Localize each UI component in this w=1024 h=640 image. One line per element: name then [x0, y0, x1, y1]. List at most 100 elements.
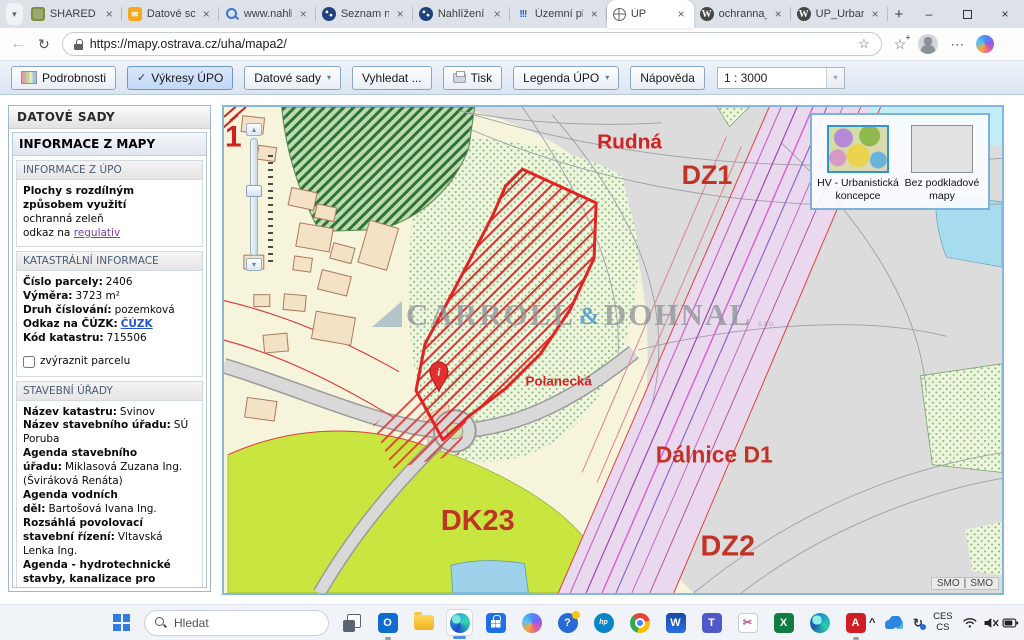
address-bar[interactable]: https://mapy.ostrava.cz/uha/mapa2/ ☆	[62, 32, 882, 56]
podrobnosti-button[interactable]: Podrobnosti	[11, 66, 116, 90]
word-button[interactable]: W	[662, 609, 689, 636]
vyhledat-button[interactable]: Vyhledat ...	[352, 66, 432, 90]
attribution-link[interactable]: SMO	[970, 578, 993, 589]
globe-outline-icon	[613, 8, 626, 21]
microsoft-store-button[interactable]	[482, 609, 509, 636]
table-row: Název katastru:Svinov	[23, 406, 196, 420]
browser-swirl-button[interactable]	[806, 609, 833, 636]
label-dalnice-d1: Dálnice D1	[656, 442, 773, 468]
hp-icon: hp	[594, 613, 614, 633]
datove-sady-button[interactable]: Datové sady ▾	[244, 66, 341, 90]
more-menu-icon[interactable]: ⋯	[950, 36, 964, 53]
label-dk23: DK23	[441, 505, 515, 537]
close-icon[interactable]: ×	[491, 7, 504, 21]
zoom-out-button[interactable]: ▾	[246, 258, 262, 271]
table-row: Agenda stavebního úřadu:Miklasová Zuzana…	[23, 447, 196, 489]
basemap-option-urbanisticka[interactable]: HV - Urbanistická koncepce	[817, 125, 899, 202]
close-icon[interactable]: ×	[200, 7, 213, 21]
close-icon[interactable]: ×	[772, 7, 785, 21]
attribution-link[interactable]: SMO	[937, 578, 960, 589]
url-text[interactable]: https://mapy.ostrava.cz/uha/mapa2/	[90, 37, 851, 51]
favorites-icon[interactable]: ☆	[894, 36, 907, 53]
tab-shared-list[interactable]: SHARED LIST ×	[25, 0, 122, 28]
basemap-thumbnail-urbanisticka[interactable]	[827, 125, 889, 173]
acrobat-button[interactable]: A	[842, 609, 869, 636]
language-indicator[interactable]: CES CS	[933, 612, 953, 634]
close-icon[interactable]: ×	[103, 7, 116, 21]
label-dz2: DZ2	[701, 531, 755, 563]
table-row: Druh číslování:pozemková	[23, 304, 196, 318]
basemap-thumbnail-none[interactable]	[911, 125, 973, 173]
scale-value: 1 : 3000	[718, 71, 826, 85]
upo-zone-name: ochranná zeleň	[23, 213, 196, 227]
close-icon[interactable]: ×	[869, 7, 882, 21]
copilot-icon	[522, 613, 542, 633]
tray-status-icons[interactable]	[963, 615, 1020, 631]
legenda-upo-button[interactable]: Legenda ÚPO ▾	[513, 66, 619, 90]
bookmark-star-icon[interactable]: ☆	[858, 36, 870, 52]
chrome-button[interactable]	[626, 609, 653, 636]
tab-search-button[interactable]: ▾	[6, 3, 23, 25]
tab-up-active[interactable]: ÚP ×	[607, 0, 694, 28]
tab-up-urbanismus[interactable]: W UP_Urbanism ×	[791, 0, 888, 28]
tab-ochranna-zelen[interactable]: W ochranna_zele ×	[694, 0, 791, 28]
back-button[interactable]: ←	[10, 35, 26, 53]
globe-icon	[322, 7, 336, 21]
task-view-button[interactable]	[338, 609, 365, 636]
tab-datove-schranky[interactable]: ✉ Datové schrán ×	[122, 0, 219, 28]
hidden-icons-chevron[interactable]: ^	[869, 617, 875, 629]
sync-icon[interactable]: ↻	[913, 616, 923, 630]
outlook-button[interactable]: O	[374, 609, 401, 636]
zoom-in-button[interactable]: ▴	[246, 123, 262, 136]
scale-select[interactable]: 1 : 3000 ▾	[717, 67, 845, 89]
tab-seznam-nemovitosti[interactable]: Seznam nemo ×	[316, 0, 413, 28]
tab-uzemni-plan[interactable]: !!! Územní plán O ×	[510, 0, 607, 28]
chevron-down-icon: ▾	[327, 73, 331, 82]
map-attribution: SMO | SMO	[931, 577, 999, 590]
cuzk-link[interactable]: ČÚZK	[121, 318, 153, 330]
copilot-icon[interactable]	[976, 35, 994, 53]
start-button[interactable]	[108, 609, 135, 636]
napoveda-button[interactable]: Nápověda	[630, 66, 705, 90]
minimize-button[interactable]: –	[910, 0, 948, 28]
help-button[interactable]: ?	[554, 609, 581, 636]
refresh-button[interactable]: ↻	[38, 36, 50, 53]
close-icon[interactable]: ×	[297, 7, 310, 21]
tab-title: SHARED LIST	[50, 8, 98, 20]
close-icon[interactable]: ×	[588, 7, 601, 21]
hp-button[interactable]: hp	[590, 609, 617, 636]
vykresy-upo-button[interactable]: ✓ Výkresy ÚPO	[127, 66, 233, 90]
wifi-icon	[964, 618, 976, 627]
teams-button[interactable]: T	[698, 609, 725, 636]
highlight-parcel-checkbox[interactable]	[23, 356, 35, 368]
teams-icon: T	[702, 613, 722, 633]
zoom-slider-handle[interactable]	[246, 185, 262, 197]
regulativ-link[interactable]: regulativ	[74, 227, 120, 239]
map-thumbnail-icon	[21, 71, 37, 84]
basemap-option-none[interactable]: Bez podkladové mapy	[901, 125, 983, 202]
map-viewport[interactable]: i 1 Rudná DZ1 Polanecká Dálnice D1 DK23 …	[222, 105, 1004, 595]
snipping-tool-button[interactable]: ✂	[734, 609, 761, 636]
tab-nahlizeni-web[interactable]: www.nahlizen ×	[219, 0, 316, 28]
edge-button[interactable]	[446, 609, 473, 636]
close-icon[interactable]: ×	[394, 7, 407, 21]
map-zoom-slider[interactable]: ▴ ▾	[244, 123, 278, 271]
stavebni-urady-section: STAVEBNÍ ÚŘADY Název katastru:Svinov Náz…	[16, 381, 203, 588]
tisk-button[interactable]: Tisk	[443, 66, 503, 90]
excel-button[interactable]: X	[770, 609, 797, 636]
tab-title: UP_Urbanism	[816, 8, 864, 20]
profile-avatar[interactable]	[918, 34, 938, 54]
taskbar-search[interactable]: Hledat	[144, 610, 329, 636]
label-polanecka: Polanecká	[525, 374, 592, 389]
maximize-button[interactable]	[948, 0, 986, 28]
file-explorer-button[interactable]	[410, 609, 437, 636]
browser-swirl-icon	[810, 613, 830, 633]
tab-title: Seznam nemo	[341, 8, 389, 20]
new-tab-button[interactable]: +	[890, 2, 908, 26]
cloud-icon[interactable]	[885, 616, 903, 629]
close-icon[interactable]: ×	[675, 7, 688, 21]
close-window-button[interactable]: ×	[986, 0, 1024, 28]
copilot-button[interactable]	[518, 609, 545, 636]
tab-nahlizeni-do[interactable]: Nahlížení do l ×	[413, 0, 510, 28]
zoom-slider-track[interactable]	[250, 138, 258, 256]
